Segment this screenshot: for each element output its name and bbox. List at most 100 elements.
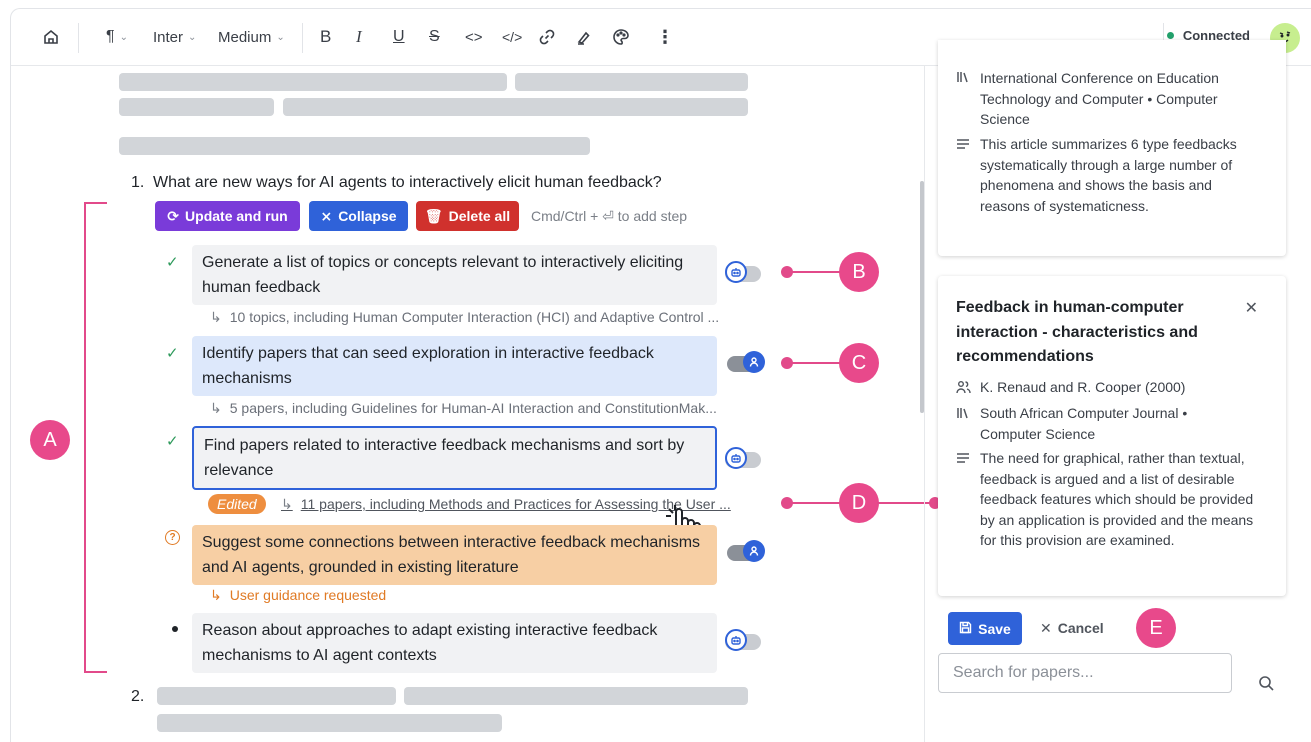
font-family-dropdown[interactable]: Inter ⌄ [153,26,196,48]
agent-toggle[interactable] [725,447,761,469]
add-step-hint: Cmd/Ctrl + ⏎ to add step [531,208,688,224]
code-block-icon[interactable]: </> [502,26,522,48]
paper-summary: This article summarizes 6 type feedbacks… [980,136,1237,214]
refresh-icon: ⟳ [167,207,180,224]
annotation-badge-b: B [839,252,879,292]
summary-icon [956,451,972,467]
summary-icon [956,137,972,153]
trash-icon: 🗑 [424,207,443,224]
paragraph-style-dropdown[interactable]: ¶ ⌄ [106,26,128,48]
question-number: 1. [131,174,145,191]
connector-line [787,502,841,504]
search-papers-input[interactable] [938,653,1232,693]
question-icon: ? [165,530,180,545]
robot-icon [725,261,747,283]
collapse-icon: ⨯ [320,207,333,224]
text-skeleton [119,73,507,91]
toolbar-separator [302,23,303,53]
connector-line [787,362,841,364]
return-arrow-icon: ↳ [210,309,222,325]
delete-all-button[interactable]: 🗑 Delete all [416,201,519,231]
return-arrow-icon: ↳ [210,587,222,603]
return-arrow-icon: ↳ [210,400,222,416]
paper-card-1[interactable]: International Conference on Education Te… [938,40,1286,256]
agent-toggle[interactable] [725,261,761,283]
annotation-badge-d: D [839,483,879,523]
home-icon[interactable] [42,26,60,48]
library-icon [956,406,972,422]
text-skeleton [515,73,748,91]
text-skeleton [119,98,274,116]
library-icon [956,70,972,86]
search-icon[interactable] [1258,675,1275,697]
status-dot-icon [1166,32,1174,39]
paper-authors: K. Renaud and R. Cooper (2000) [980,379,1186,395]
chevron-down-icon: ⌄ [119,31,128,43]
save-icon [959,621,972,637]
edited-badge: Edited [208,494,266,514]
close-icon: ✕ [1040,620,1052,636]
annotation-badge-a: A [30,420,70,460]
paper-card-2[interactable]: Feedback in human-computer interaction -… [938,276,1286,596]
robot-icon [725,629,747,651]
annotation-badge-e: E [1136,608,1176,648]
text-skeleton [283,98,748,116]
step-3[interactable]: Find papers related to interactive feedb… [192,426,717,490]
paper-title: Feedback in human-computer interaction -… [956,299,1198,365]
steps-bracket [84,202,107,673]
italic-icon[interactable]: I [356,26,362,48]
step-4[interactable]: Suggest some connections between interac… [192,525,717,585]
step-1-result[interactable]: ↳ 10 topics, including Human Computer Int… [210,309,719,326]
link-icon[interactable] [538,26,556,48]
robot-icon [725,447,747,469]
question-text[interactable]: What are new ways for AI agents to inter… [153,174,662,192]
question-number: 2. [131,688,145,705]
more-options-icon[interactable]: ⋮ [656,26,674,48]
step-4-guidance[interactable]: ↳ User guidance requested [210,587,386,604]
text-skeleton [157,687,396,705]
close-icon[interactable]: ✕ [1245,298,1258,318]
check-icon: ✓ [166,345,179,362]
agent-toggle[interactable] [725,629,761,651]
return-arrow-icon: ↳ [281,496,293,512]
strikethrough-icon[interactable]: S [429,26,440,48]
user-toggle[interactable] [727,540,765,562]
cancel-button[interactable]: ✕ Cancel [1040,620,1104,637]
text-skeleton [157,714,502,732]
font-family-label: Inter [153,28,184,46]
bullet-icon [172,626,178,632]
paper-summary: The need for graphical, rather than text… [980,450,1254,548]
step-2[interactable]: Identify papers that can seed exploratio… [192,336,717,396]
save-button[interactable]: Save [948,612,1022,645]
collapse-button[interactable]: ⨯ Collapse [309,201,408,231]
palette-icon[interactable] [612,26,630,48]
font-weight-label: Medium [218,28,272,46]
paper-venue: South African Computer Journal • Compute… [980,405,1188,442]
chevron-down-icon: ⌄ [276,31,285,43]
text-skeleton [404,687,748,705]
chevron-down-icon: ⌄ [188,31,197,43]
text-skeleton [119,137,590,155]
highlight-icon[interactable] [575,26,593,48]
step-1[interactable]: Generate a list of topics or concepts re… [192,245,717,305]
panel-divider [924,66,925,742]
paragraph-icon: ¶ [106,28,115,45]
user-toggle[interactable] [727,351,765,373]
user-icon [743,351,765,373]
user-icon [743,540,765,562]
font-weight-dropdown[interactable]: Medium ⌄ [218,26,285,48]
connector-line [787,271,841,273]
check-icon: ✓ [166,433,179,450]
check-icon: ✓ [166,254,179,271]
authors-icon [956,380,972,396]
toolbar-separator [78,23,79,53]
update-and-run-button[interactable]: ⟳ Update and run [155,201,300,231]
paper-venue: International Conference on Education Te… [980,70,1219,127]
step-2-result[interactable]: ↳ 5 papers, including Guidelines for Huma… [210,400,717,417]
step-5[interactable]: Reason about approaches to adapt existin… [192,613,717,673]
bold-icon[interactable]: B [320,26,331,48]
code-icon[interactable]: <> [465,26,483,48]
annotation-badge-c: C [839,343,879,383]
connector-line [877,502,935,504]
underline-icon[interactable]: U [393,26,405,48]
